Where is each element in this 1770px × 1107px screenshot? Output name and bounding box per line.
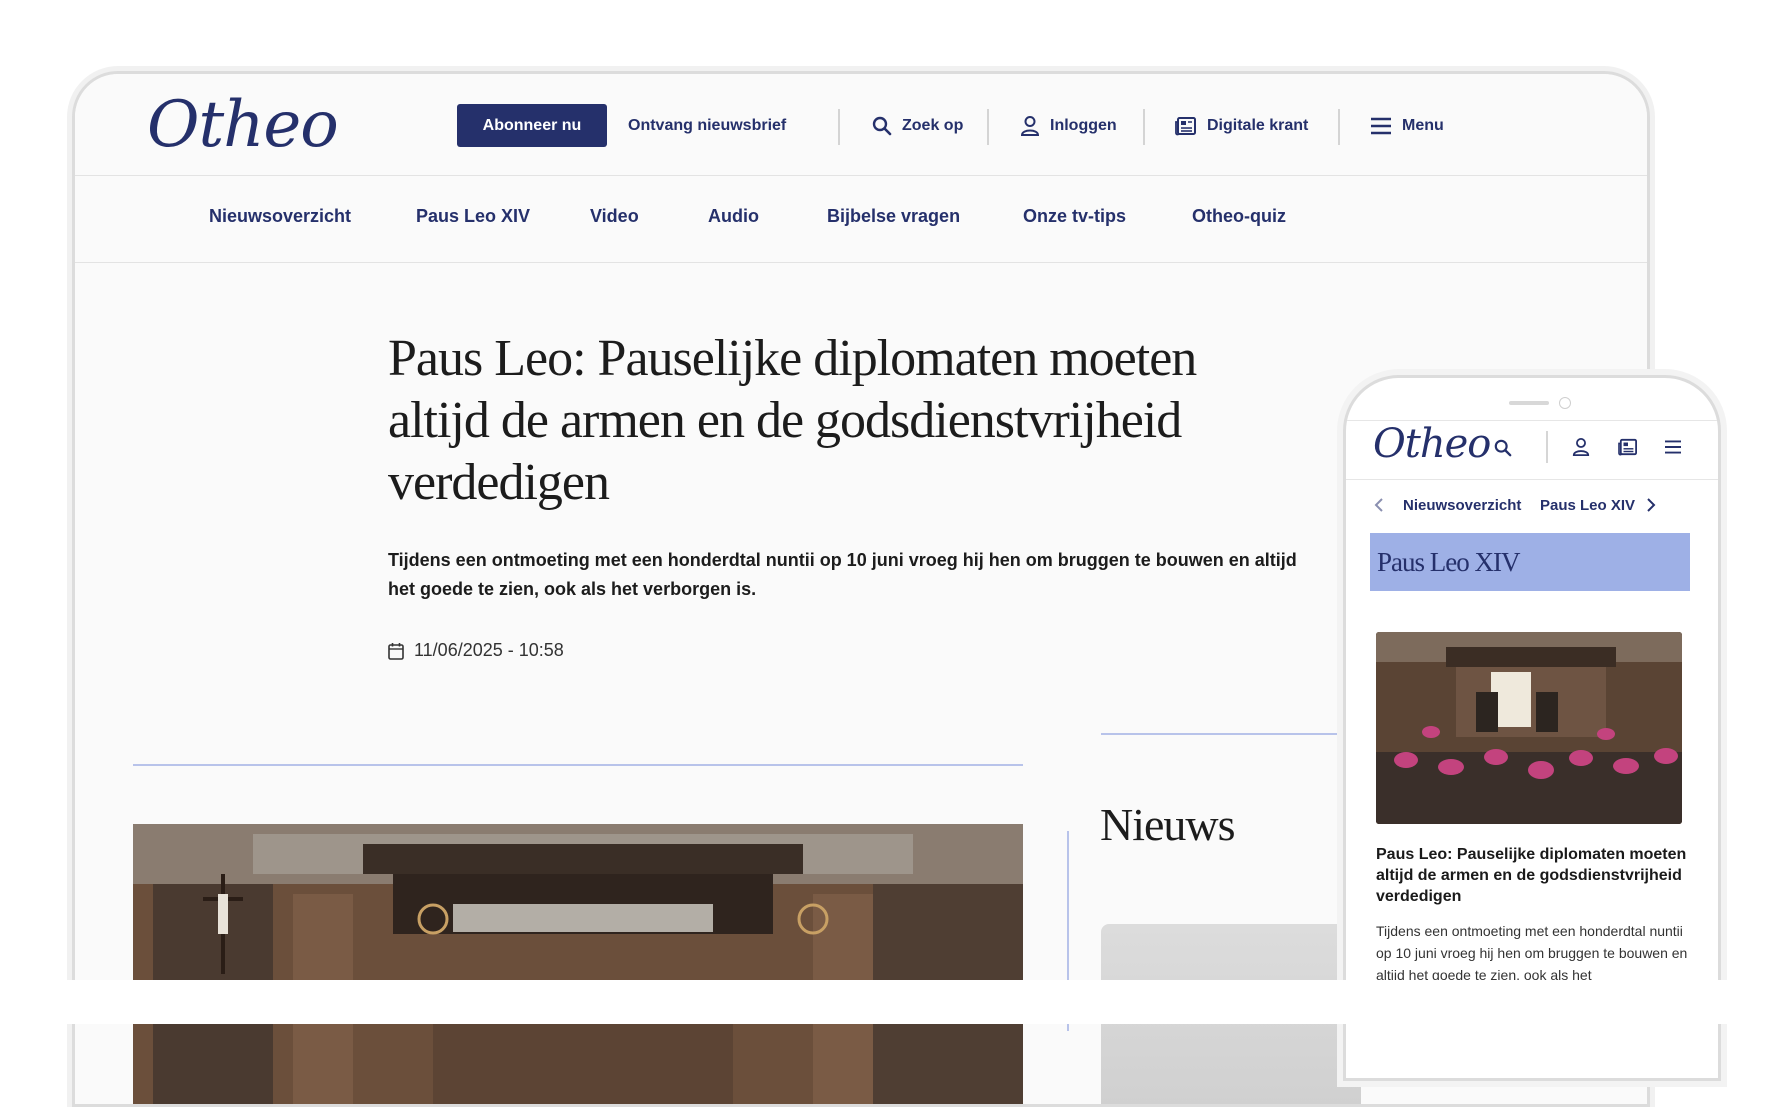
article-headline: Paus Leo: Pauselijke diplomaten moeten a… xyxy=(388,330,1197,511)
login-label: Inloggen xyxy=(1050,116,1117,134)
nav-item-bijbelse-vragen[interactable]: Bijbelse vragen xyxy=(827,206,960,227)
divider xyxy=(987,109,989,145)
divider xyxy=(1143,109,1145,145)
nav-item-nieuwsoverzicht[interactable]: Nieuwsoverzicht xyxy=(209,206,351,227)
mobile-frame: Otheo Nieuwsoverzicht Paus Leo XIV Paus … xyxy=(1343,375,1721,1081)
site-logo[interactable]: Otheo xyxy=(147,88,339,162)
mobile-nav-item-paus-leo[interactable]: Paus Leo XIV xyxy=(1540,497,1635,514)
section-banner-title: Paus Leo XIV xyxy=(1377,547,1520,577)
search-icon[interactable] xyxy=(1494,439,1512,457)
article-image xyxy=(133,824,1023,1104)
mobile-nav: Nieuwsoverzicht Paus Leo XIV xyxy=(1346,480,1718,532)
user-icon xyxy=(1020,115,1040,137)
search-icon xyxy=(872,116,892,136)
section-banner: Paus Leo XIV xyxy=(1370,533,1690,591)
digital-newspaper-label: Digitale krant xyxy=(1207,116,1309,134)
search-label: Zoek op xyxy=(902,116,964,134)
hamburger-icon[interactable] xyxy=(1664,439,1682,455)
subscribe-button[interactable]: Abonneer nu xyxy=(457,104,607,147)
newsletter-link[interactable]: Ontvang nieuwsbrief xyxy=(628,104,786,147)
menu-button[interactable]: Menu xyxy=(1370,104,1444,147)
nav-item-paus-leo[interactable]: Paus Leo XIV xyxy=(416,206,530,227)
divider xyxy=(1101,733,1361,735)
newsletter-label: Ontvang nieuwsbrief xyxy=(628,116,787,134)
newspaper-icon xyxy=(1175,116,1197,136)
divider xyxy=(838,109,840,145)
phone-speaker xyxy=(1509,401,1549,405)
login-link[interactable]: Inloggen xyxy=(1020,104,1117,147)
hamburger-icon xyxy=(1370,116,1392,136)
mobile-article-image[interactable] xyxy=(1376,632,1682,824)
newspaper-icon[interactable] xyxy=(1618,438,1638,456)
nav-item-quiz[interactable]: Otheo-quiz xyxy=(1192,206,1286,227)
chevron-right-icon[interactable] xyxy=(1646,497,1656,513)
article-date: 11/06/2025 - 10:58 xyxy=(388,640,564,661)
mobile-logo[interactable]: Otheo xyxy=(1373,421,1491,467)
nav-item-video[interactable]: Video xyxy=(590,206,639,227)
date-text: 11/06/2025 - 10:58 xyxy=(414,640,564,660)
page-bottom-mask xyxy=(0,980,1770,1024)
mobile-nav-item-nieuwsoverzicht[interactable]: Nieuwsoverzicht xyxy=(1403,497,1521,514)
search-link[interactable]: Zoek op xyxy=(872,104,963,147)
mobile-header: Otheo xyxy=(1346,420,1718,480)
digital-newspaper-link[interactable]: Digitale krant xyxy=(1175,104,1308,147)
phone-camera xyxy=(1559,397,1571,409)
news-sidebar-title: Nieuws xyxy=(1100,799,1236,850)
mobile-article-title[interactable]: Paus Leo: Pauselijke diplomaten moeten a… xyxy=(1376,844,1696,907)
calendar-icon xyxy=(388,642,404,660)
top-bar: Otheo Abonneer nu Ontvang nieuwsbrief Zo… xyxy=(75,74,1647,176)
divider xyxy=(1546,431,1548,463)
divider xyxy=(133,764,1023,766)
menu-label: Menu xyxy=(1402,116,1444,134)
chevron-left-icon[interactable] xyxy=(1374,497,1384,513)
mobile-article-lead: Tijdens een ontmoeting met een honderdta… xyxy=(1376,923,1688,983)
article-lead: Tijdens een ontmoeting met een honderdta… xyxy=(388,550,1297,599)
main-nav: Nieuwsoverzicht Paus Leo XIV Video Audio… xyxy=(75,176,1647,263)
divider xyxy=(1338,109,1340,145)
nav-item-audio[interactable]: Audio xyxy=(708,206,759,227)
user-icon[interactable] xyxy=(1572,437,1590,457)
nav-item-tv-tips[interactable]: Onze tv-tips xyxy=(1023,206,1126,227)
